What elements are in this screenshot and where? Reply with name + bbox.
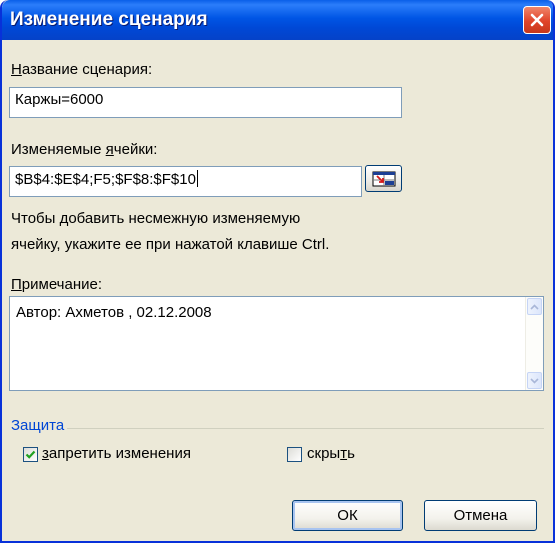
collapse-dialog-button[interactable] [365, 165, 402, 192]
comment-scrollbar[interactable] [525, 297, 543, 390]
hide-label-rest: ь [347, 445, 355, 462]
comment-label: Примечание: [11, 276, 102, 293]
chevron-up-icon [530, 303, 539, 310]
hint-line-2: ячейку, укажите ее при нажатой клавише C… [11, 236, 330, 253]
comment-textarea[interactable]: Автор: Ахметов , 02.12.2008 [9, 296, 544, 391]
changing-cells-label-rest: чейки: [113, 141, 158, 158]
scroll-up-button[interactable] [527, 298, 542, 315]
scenario-name-label: Название сценария: [11, 61, 152, 78]
scenario-edit-dialog: Изменение сценария Название сценария: Ка… [0, 0, 555, 543]
hide-label[interactable]: скрыть [307, 445, 355, 462]
protection-group-title: Защита [11, 417, 65, 434]
checkmark-icon [25, 450, 36, 459]
cancel-button[interactable]: Отмена [424, 500, 537, 531]
ok-button[interactable]: ОК [292, 500, 403, 531]
changing-cells-input[interactable]: $B$4:$E$4;F5;$F$8:$F$10 [9, 166, 362, 197]
changing-cells-value: $B$4:$E$4;F5;$F$8:$F$10 [15, 171, 196, 188]
comment-label-accel: П [11, 276, 22, 293]
changing-cells-label-pre: Изменяемые [11, 141, 106, 158]
hint-line-1: Чтобы добавить несмежную изменяемую [11, 210, 301, 227]
comment-value: Автор: Ахметов , 02.12.2008 [16, 304, 212, 321]
collapse-dialog-icon [372, 171, 395, 186]
prevent-changes-label-rest: апретить изменения [48, 445, 191, 462]
hide-label-pre: скры [307, 445, 341, 462]
title-bar[interactable]: Изменение сценария [2, 0, 553, 40]
hide-checkbox[interactable] [287, 447, 302, 462]
comment-label-rest: римечание: [21, 276, 102, 293]
scroll-down-button[interactable] [527, 372, 542, 389]
prevent-changes-label-accel: з [42, 445, 49, 462]
chevron-down-icon [530, 377, 539, 384]
text-caret [196, 170, 198, 187]
changing-cells-label: Изменяемые ячейки: [11, 141, 157, 158]
scenario-name-input[interactable]: Каржы=6000 [9, 87, 402, 118]
dialog-title: Изменение сценария [10, 9, 208, 30]
prevent-changes-checkbox[interactable] [23, 447, 38, 462]
scenario-name-label-accel: Н [11, 61, 22, 78]
close-button[interactable] [523, 6, 551, 34]
scenario-name-value: Каржы=6000 [15, 91, 104, 108]
prevent-changes-label[interactable]: запретить изменения [42, 445, 191, 462]
changing-cells-label-accel: я [105, 141, 114, 158]
scenario-name-label-rest: азвание сценария: [21, 61, 153, 78]
group-divider [67, 428, 544, 429]
dialog-body: Название сценария: Каржы=6000 Изменяемые… [2, 40, 553, 541]
close-icon [530, 13, 544, 27]
